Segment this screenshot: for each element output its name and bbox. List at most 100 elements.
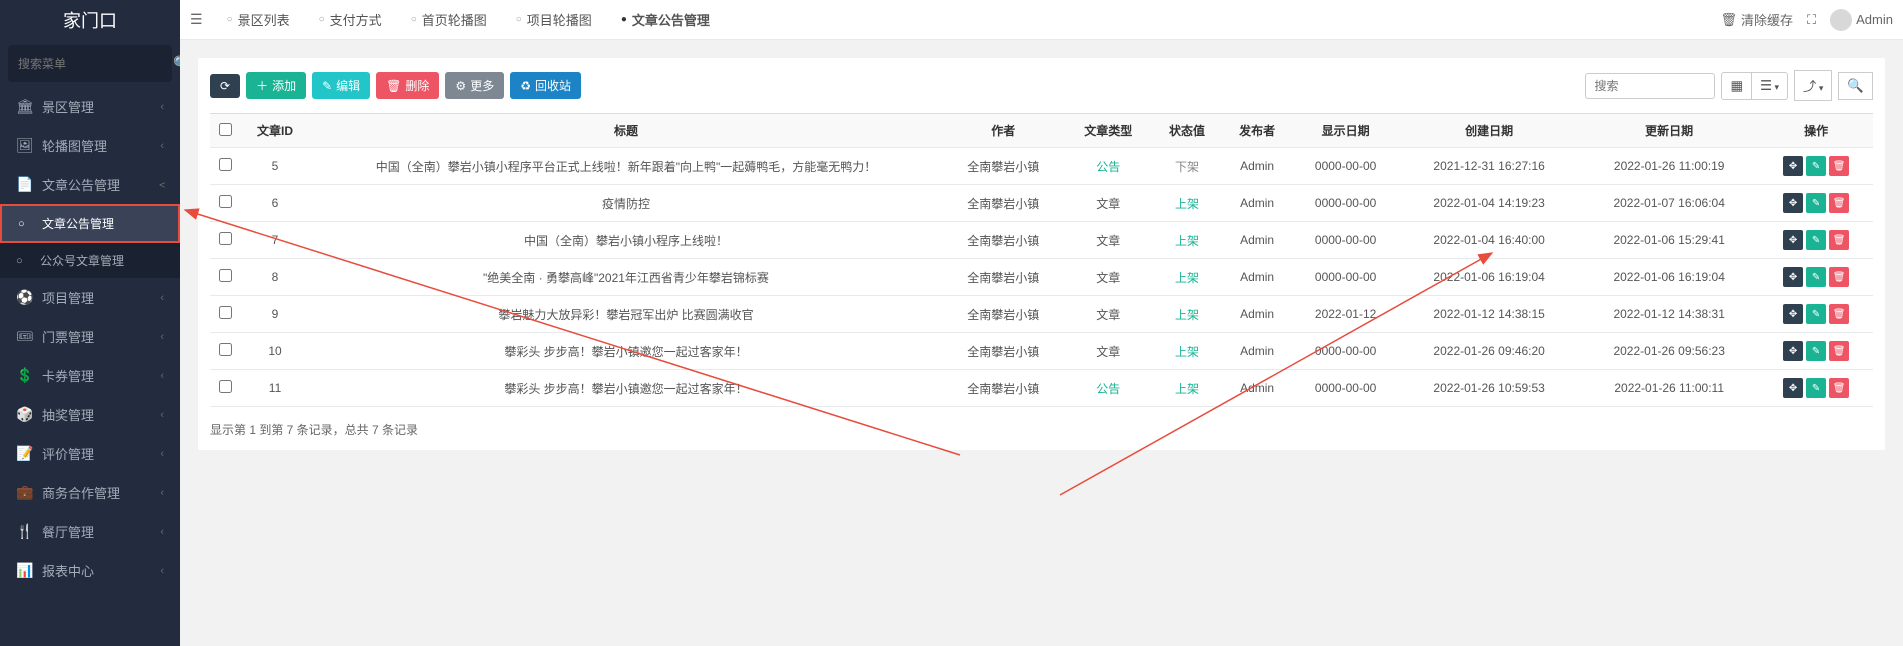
pencil-icon: ✎ (1812, 383, 1820, 394)
row-checkbox[interactable] (219, 269, 232, 282)
delete-button[interactable]: 🗑 删除 (376, 72, 439, 99)
sidebar-item[interactable]: 🏛景区管理‹ (0, 87, 180, 126)
delete-row-button[interactable]: 🗑 (1829, 193, 1849, 213)
delete-row-button[interactable]: 🗑 (1829, 156, 1849, 176)
row-checkbox[interactable] (219, 195, 232, 208)
tab[interactable]: ○支付方式 (305, 0, 397, 40)
column-header[interactable]: 发布者 (1222, 114, 1292, 148)
cell-title: 中国（全南）攀岩小镇小程序平台正式上线啦！新年跟着"向上鸭"一起薅鸭毛，方能毫无… (310, 148, 942, 185)
column-header[interactable]: 作者 (942, 114, 1065, 148)
refresh-button[interactable]: ⟳ (210, 74, 240, 98)
column-header[interactable]: 文章类型 (1065, 114, 1153, 148)
expand-icon[interactable]: ⛶ (1807, 12, 1816, 28)
cell-status[interactable]: 上架 (1152, 222, 1222, 259)
sidebar-search[interactable]: 🔍 (8, 45, 172, 82)
cell-status[interactable]: 上架 (1152, 296, 1222, 333)
edit-row-button[interactable]: ✎ (1806, 267, 1826, 287)
cell-title: "绝美全南 · 勇攀高峰"2021年江西省青少年攀岩锦标赛 (310, 259, 942, 296)
cell-showdate: 0000-00-00 (1292, 148, 1399, 185)
cell-status[interactable]: 上架 (1152, 259, 1222, 296)
row-checkbox[interactable] (219, 380, 232, 393)
table-row: 8"绝美全南 · 勇攀高峰"2021年江西省青少年攀岩锦标赛全南攀岩小镇文章上架… (210, 259, 1873, 296)
drag-button[interactable]: ✥ (1783, 193, 1803, 213)
row-checkbox[interactable] (219, 232, 232, 245)
export-button[interactable]: ⤴ ▾ (1794, 70, 1832, 101)
cell-created: 2021-12-31 16:27:16 (1399, 148, 1579, 185)
edit-row-button[interactable]: ✎ (1806, 304, 1826, 324)
cell-author: 全南攀岩小镇 (942, 148, 1065, 185)
column-header[interactable]: 更新日期 (1579, 114, 1759, 148)
select-all-checkbox[interactable] (219, 123, 232, 136)
delete-row-button[interactable]: 🗑 (1829, 378, 1849, 398)
drag-button[interactable]: ✥ (1783, 267, 1803, 287)
edit-row-button[interactable]: ✎ (1806, 378, 1826, 398)
cell-status[interactable]: 上架 (1152, 370, 1222, 407)
chevron-icon: ‹ (160, 448, 164, 460)
sidebar-item[interactable]: 📄文章公告管理˅ (0, 165, 180, 204)
clear-cache-button[interactable]: 🗑 清除缓存 (1721, 10, 1794, 29)
drag-button[interactable]: ✥ (1783, 378, 1803, 398)
column-header[interactable]: 状态值 (1152, 114, 1222, 148)
cell-created: 2022-01-04 16:40:00 (1399, 222, 1579, 259)
column-header[interactable]: 操作 (1759, 114, 1873, 148)
edit-row-button[interactable]: ✎ (1806, 341, 1826, 361)
sidebar-item[interactable]: 🖼轮播图管理‹ (0, 126, 180, 165)
delete-row-button[interactable]: 🗑 (1829, 304, 1849, 324)
drag-button[interactable]: ✥ (1783, 156, 1803, 176)
menu-item-icon: 💲 (16, 367, 34, 384)
sidebar-item[interactable]: ⚽项目管理‹ (0, 278, 180, 317)
sidebar-search-input[interactable] (18, 57, 173, 71)
column-header[interactable] (210, 114, 240, 148)
row-checkbox[interactable] (219, 306, 232, 319)
delete-row-button[interactable]: 🗑 (1829, 267, 1849, 287)
column-header[interactable]: 标题 (310, 114, 942, 148)
table-row: 10攀彩头 步步高！攀岩小镇邀您一起过客家年！全南攀岩小镇文章上架Admin00… (210, 333, 1873, 370)
drag-button[interactable]: ✥ (1783, 304, 1803, 324)
search-button[interactable]: 🔍 (1838, 72, 1873, 100)
column-header[interactable]: 文章ID (240, 114, 310, 148)
tab[interactable]: ○项目轮播图 (502, 0, 607, 40)
sidebar-item[interactable]: 💼商务合作管理‹ (0, 473, 180, 512)
sidebar-item[interactable]: 💲卡券管理‹ (0, 356, 180, 395)
row-checkbox[interactable] (219, 158, 232, 171)
sidebar-subitem[interactable]: ○公众号文章管理 (0, 243, 180, 278)
tab[interactable]: ○首页轮播图 (397, 0, 502, 40)
edit-button[interactable]: ✎ 编辑 (312, 72, 370, 99)
add-button[interactable]: ＋ 添加 (246, 72, 306, 99)
drag-button[interactable]: ✥ (1783, 341, 1803, 361)
pencil-icon: ✎ (322, 79, 332, 93)
toolbar-right: ▦ ☰ ▾ ⤴ ▾ 🔍 (1585, 70, 1873, 101)
cell-status[interactable]: 下架 (1152, 148, 1222, 185)
row-checkbox[interactable] (219, 343, 232, 356)
sidebar-subitem[interactable]: ○文章公告管理 (0, 204, 180, 243)
cell-status[interactable]: 上架 (1152, 333, 1222, 370)
drag-button[interactable]: ✥ (1783, 230, 1803, 250)
delete-row-button[interactable]: 🗑 (1829, 341, 1849, 361)
circle-icon: ○ (16, 255, 34, 267)
cell-status[interactable]: 上架 (1152, 185, 1222, 222)
search-input[interactable] (1585, 73, 1715, 99)
more-button[interactable]: ⚙ 更多 (445, 72, 504, 99)
sidebar-item[interactable]: 🎟门票管理‹ (0, 317, 180, 356)
view-card-button[interactable]: ▦ (1721, 72, 1752, 100)
tab[interactable]: ●文章公告管理 (607, 0, 725, 40)
cell-created: 2022-01-26 10:59:53 (1399, 370, 1579, 407)
sidebar-item[interactable]: 🎲抽奖管理‹ (0, 395, 180, 434)
column-header[interactable]: 创建日期 (1399, 114, 1579, 148)
delete-row-button[interactable]: 🗑 (1829, 230, 1849, 250)
menu-item-label: 报表中心 (42, 561, 160, 580)
menu-toggle-icon[interactable]: ☰ (190, 11, 203, 28)
view-list-button[interactable]: ☰ ▾ (1751, 72, 1788, 100)
tab[interactable]: ○景区列表 (213, 0, 305, 40)
sidebar-item[interactable]: 🍴餐厅管理‹ (0, 512, 180, 551)
sidebar-item[interactable]: 📝评价管理‹ (0, 434, 180, 473)
chevron-icon: ‹ (160, 370, 164, 382)
column-header[interactable]: 显示日期 (1292, 114, 1399, 148)
recycle-button[interactable]: ♻ 回收站 (510, 72, 581, 99)
user-menu[interactable]: Admin (1830, 9, 1893, 31)
cell-title: 攀彩头 步步高！攀岩小镇邀您一起过客家年！ (310, 333, 942, 370)
edit-row-button[interactable]: ✎ (1806, 230, 1826, 250)
sidebar-item[interactable]: 📊报表中心‹ (0, 551, 180, 590)
edit-row-button[interactable]: ✎ (1806, 156, 1826, 176)
edit-row-button[interactable]: ✎ (1806, 193, 1826, 213)
